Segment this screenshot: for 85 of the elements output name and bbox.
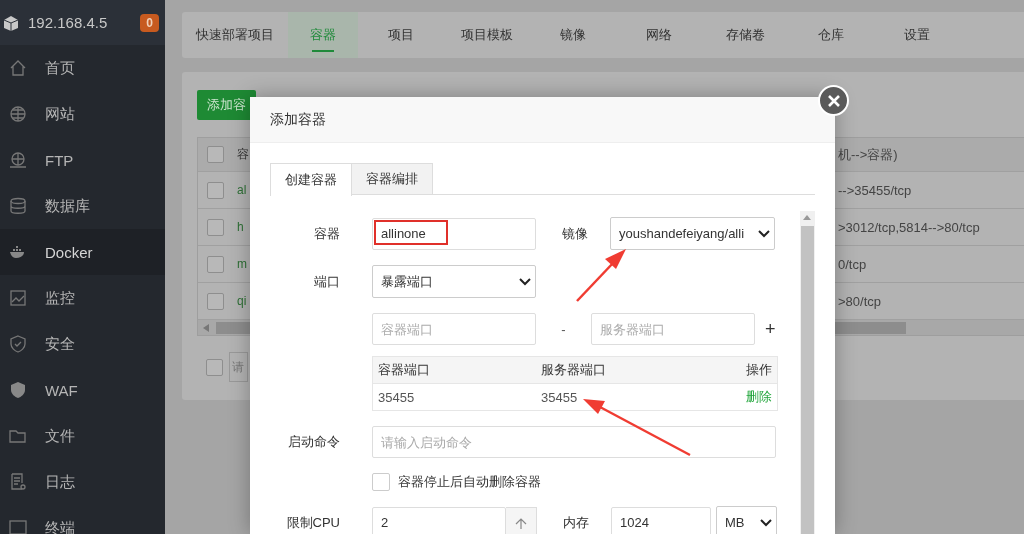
log-icon <box>9 473 27 491</box>
separator: - <box>560 321 567 337</box>
tab[interactable]: 仓库 <box>788 12 874 58</box>
whale-icon <box>9 243 27 261</box>
home-icon <box>9 59 27 77</box>
globe-icon <box>9 151 27 169</box>
table-cell: -->35455/tcp <box>838 182 912 198</box>
left-arrow-icon <box>203 323 209 332</box>
host-address: 192.168.4.5 <box>28 14 109 31</box>
field-label: 启动命令 <box>287 433 341 451</box>
sidebar-item[interactable]: Docker <box>0 229 165 275</box>
tab[interactable]: 网络 <box>616 12 702 58</box>
checkbox[interactable] <box>206 218 224 236</box>
checkbox[interactable] <box>206 181 224 199</box>
sidebar-item[interactable]: WAF <box>0 367 165 413</box>
monitor-icon <box>9 289 27 307</box>
memory-unit-select[interactable]: MB <box>716 506 777 534</box>
sidebar-item[interactable]: 网站 <box>0 91 165 137</box>
table-cell: 机-->容器) <box>838 145 898 164</box>
shield-icon <box>9 381 27 399</box>
tab[interactable]: 镜像 <box>530 12 616 58</box>
tab[interactable]: 存储卷 <box>702 12 788 58</box>
folder-icon <box>9 427 27 445</box>
field-label: 限制CPU <box>285 513 341 532</box>
field-label: 内存 <box>562 513 590 532</box>
terminal-icon <box>9 519 27 534</box>
up-arrow-icon <box>803 215 811 220</box>
column-header: 服务器端口 <box>541 361 607 379</box>
table-cell: >3012/tcp,5814-->80/tcp <box>838 219 980 235</box>
table-cell-text: al <box>236 183 248 197</box>
table-cell-text: 容 <box>236 146 250 163</box>
column-header: 操作 <box>746 361 772 379</box>
field-label: 端口 <box>313 272 341 291</box>
command-field[interactable]: 请输入启动命令 <box>372 426 776 458</box>
increment-button[interactable] <box>506 506 537 534</box>
container-port-field[interactable]: 容器端口 <box>372 313 536 345</box>
table-cell-text: h <box>236 220 245 234</box>
checkbox[interactable] <box>372 473 390 491</box>
sidebar-item[interactable]: 安全 <box>0 321 165 367</box>
chevron-down-icon <box>758 229 770 238</box>
cpu-limit-field[interactable]: 2 <box>372 506 506 534</box>
checkbox[interactable] <box>206 255 224 273</box>
sidebar-item[interactable]: 终端 <box>0 505 165 534</box>
port-mode-select[interactable]: 暴露端口 <box>372 265 536 298</box>
up-arrow-icon <box>515 516 527 529</box>
table-cell-text: qi <box>236 294 248 308</box>
scrollbar-thumb[interactable] <box>800 226 814 534</box>
host-port-field[interactable]: 服务器端口 <box>591 313 755 345</box>
tab[interactable]: 快速部署项目 <box>182 12 288 58</box>
dialog-title: 添加容器 <box>250 97 835 143</box>
checkbox[interactable] <box>206 292 224 310</box>
database-icon <box>9 197 27 215</box>
chevron-down-icon <box>760 518 772 527</box>
checkbox[interactable] <box>206 146 224 163</box>
tab[interactable]: 设置 <box>874 12 960 58</box>
table-cell-text: 35455 <box>378 389 416 405</box>
field-label: 容器 <box>313 224 341 243</box>
checkbox-label: 容器停止后自动删除容器 <box>398 473 541 491</box>
table-cell-text: 35455 <box>541 389 579 405</box>
image-select[interactable]: youshandefeiyang/alli <box>610 217 775 250</box>
sidebar-item[interactable]: 数据库 <box>0 183 165 229</box>
field-label: 镜像 <box>561 224 589 243</box>
add-port-button[interactable]: + <box>761 318 780 340</box>
checkbox[interactable] <box>206 358 223 376</box>
table-cell-text: m <box>236 257 248 271</box>
chevron-down-icon <box>519 277 531 286</box>
close-icon <box>826 93 841 108</box>
table-cell: >80/tcp <box>838 293 881 309</box>
table-cell: 0/tcp <box>838 256 867 272</box>
sidebar-item[interactable]: 监控 <box>0 275 165 321</box>
vertical-scrollbar[interactable] <box>799 211 815 534</box>
memory-field[interactable]: 1024 <box>611 506 711 534</box>
container-name-field[interactable]: allinone <box>372 217 536 250</box>
tab[interactable]: 项目模板 <box>444 12 530 58</box>
sidebar-item[interactable]: 文件 <box>0 413 165 459</box>
shield-icon <box>9 335 27 353</box>
sidebar-item[interactable]: 日志 <box>0 459 165 505</box>
sidebar-item[interactable]: 首页 <box>0 45 165 91</box>
column-header: 容器端口 <box>378 361 431 379</box>
tab[interactable]: 创建容器 <box>270 163 352 196</box>
tab[interactable]: 项目 <box>358 12 444 58</box>
tab[interactable]: 容器编排 <box>352 163 433 194</box>
sidebar-item[interactable]: FTP <box>0 137 165 183</box>
annotation-arrow <box>576 249 626 302</box>
globe-icon <box>9 105 27 123</box>
